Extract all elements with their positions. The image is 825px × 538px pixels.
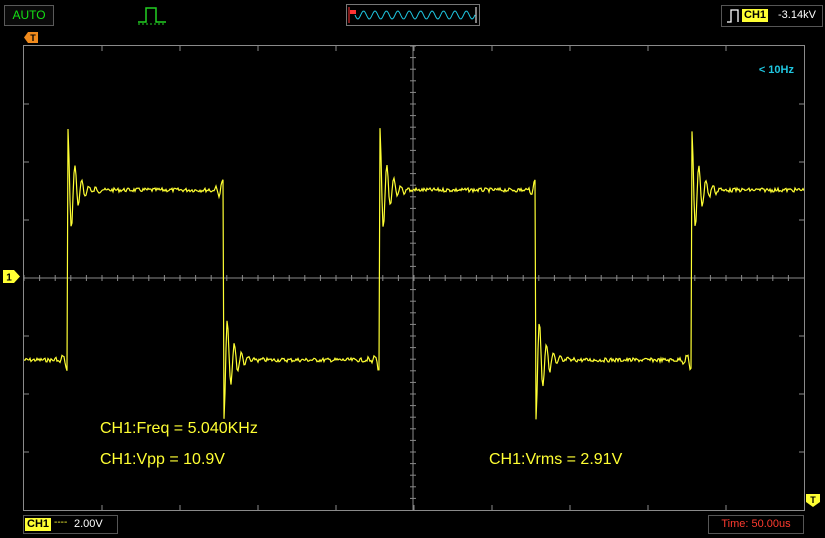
measurement-vpp: CH1:Vpp = 10.9V [100,451,225,468]
trigger-status[interactable]: CH1 -3.14kV [721,5,823,27]
channel-settings[interactable]: CH1 ---- 2.00V [23,515,118,534]
channel-badge: CH1 [25,518,52,531]
timebase-display[interactable]: Time: 50.00us [708,515,804,534]
coupling-icon: ---- [54,517,68,528]
channel-1-marker-label: 1 [6,273,12,284]
trigger-position-label: T [30,33,36,43]
ch1-waveform-trace [24,128,804,420]
trigger-level: -3.14kV [778,9,816,21]
volts-per-div: 2.00V [74,518,103,530]
status-bar: AUTO CH1 -3.14kV [0,0,825,30]
trigger-level-marker[interactable]: T [806,494,820,507]
pulse-trigger-icon[interactable] [136,4,168,26]
measurement-vrms: CH1:Vrms = 2.91V [489,451,623,468]
trigger-level-marker-label: T [810,495,816,505]
trigger-mode-button[interactable]: AUTO [4,5,54,26]
trigger-position-marker[interactable]: T [24,32,38,43]
waveform-display [24,46,804,510]
measurement-freq: CH1:Freq = 5.040KHz [100,420,258,437]
frequency-warning: < 10Hz [758,64,794,76]
oscilloscope-screen[interactable]: < 10Hz CH1:Freq = 5.040KHz CH1:Vpp = 10.… [23,45,805,511]
memory-overview[interactable] [346,4,480,26]
trigger-channel-badge: CH1 [742,9,769,22]
rising-edge-icon [727,9,739,23]
waveform-overview-icon [348,7,477,23]
channel-1-offset-marker[interactable]: 1 [3,270,20,283]
